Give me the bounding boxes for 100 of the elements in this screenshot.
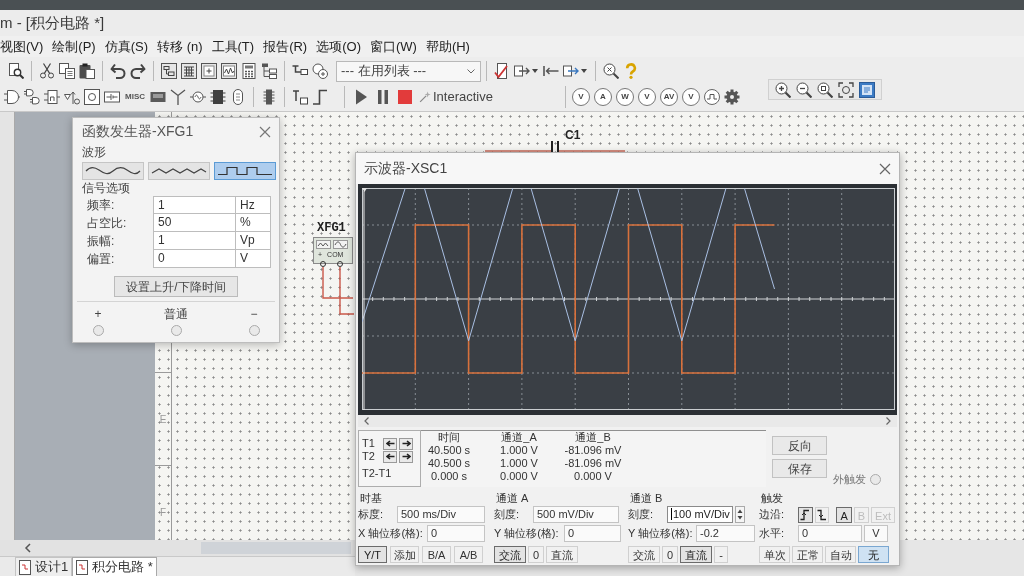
waveform-window-icon[interactable] bbox=[221, 63, 237, 79]
document-tab[interactable]: 设计1 bbox=[15, 557, 73, 576]
position-field[interactable]: 0 bbox=[564, 525, 621, 542]
display-mode-button[interactable]: A/B bbox=[454, 546, 483, 563]
display-mode-button[interactable]: Y/T bbox=[358, 546, 387, 563]
menu-item[interactable]: 窗口(W) bbox=[369, 37, 417, 56]
terminal-radio[interactable] bbox=[170, 325, 182, 336]
terminal-radio[interactable] bbox=[248, 325, 260, 336]
value-field[interactable]: 0 bbox=[153, 250, 236, 268]
connector-strip-icon[interactable] bbox=[261, 89, 277, 105]
cursor-right-button[interactable] bbox=[399, 450, 413, 463]
crosshair-window-icon[interactable] bbox=[201, 63, 217, 79]
misc-button[interactable]: MISC bbox=[124, 90, 146, 104]
coupling-button[interactable]: 交流 bbox=[494, 546, 526, 563]
zoom-fit-icon[interactable] bbox=[838, 81, 854, 98]
properties-panel-icon[interactable] bbox=[859, 81, 875, 98]
calculator-icon[interactable] bbox=[241, 63, 257, 79]
close-icon[interactable] bbox=[259, 125, 271, 138]
pulse-probe-icon[interactable] bbox=[704, 89, 720, 105]
scale-field[interactable]: 500 mV/Div bbox=[533, 506, 619, 523]
capsule-icon[interactable] bbox=[230, 89, 246, 105]
coupling-button[interactable]: - bbox=[714, 546, 728, 563]
circle-symbol-icon[interactable] bbox=[190, 89, 206, 105]
step-icon[interactable] bbox=[312, 89, 328, 105]
position-field[interactable]: 0 bbox=[427, 525, 485, 542]
gate-pair-icon[interactable] bbox=[24, 89, 40, 105]
value-field[interactable]: 1 bbox=[153, 196, 236, 214]
probe-button[interactable]: A bbox=[594, 88, 612, 106]
edge-button[interactable] bbox=[798, 506, 813, 523]
caret-icon[interactable] bbox=[581, 69, 587, 73]
panel-icon[interactable] bbox=[161, 63, 177, 79]
chevron-right-icon[interactable] bbox=[886, 417, 891, 425]
coupling-button[interactable]: 直流 bbox=[546, 546, 579, 563]
cursor-right-button[interactable] bbox=[399, 437, 413, 450]
zoom-search-icon[interactable] bbox=[603, 63, 619, 79]
caret-icon[interactable] bbox=[532, 69, 538, 73]
waveform-button[interactable] bbox=[82, 162, 144, 180]
zoom-area-icon[interactable] bbox=[817, 81, 833, 98]
menu-item[interactable]: 视图(V) bbox=[0, 37, 44, 56]
coupling-button[interactable]: 交流 bbox=[628, 546, 660, 563]
menu-item[interactable]: 仿真(S) bbox=[104, 37, 149, 56]
value-field[interactable]: 1 bbox=[153, 232, 236, 250]
menu-item[interactable]: 转移 (n) bbox=[157, 37, 203, 56]
terminal-radio[interactable] bbox=[92, 325, 104, 336]
grid-icon[interactable] bbox=[181, 63, 197, 79]
redo-icon[interactable] bbox=[130, 63, 146, 79]
settings-icon[interactable] bbox=[724, 89, 740, 105]
cut-icon[interactable] bbox=[39, 63, 55, 79]
zoom-in-icon[interactable] bbox=[775, 81, 791, 98]
interactive-mode-button[interactable]: Interactive bbox=[419, 87, 493, 107]
position-field[interactable]: -0.2 bbox=[696, 525, 755, 542]
stop-icon[interactable] bbox=[397, 89, 413, 105]
probe-button[interactable]: V bbox=[682, 88, 700, 106]
export-icon[interactable] bbox=[514, 63, 530, 79]
cursor-left-button[interactable] bbox=[383, 437, 397, 450]
reverse-button[interactable]: 反向 bbox=[772, 436, 827, 455]
value-field[interactable]: 50 bbox=[153, 214, 236, 232]
waveform-button[interactable] bbox=[214, 162, 276, 180]
print-preview-icon[interactable] bbox=[8, 63, 24, 79]
coupling-button[interactable]: 0 bbox=[662, 546, 679, 563]
indicator-icon[interactable] bbox=[84, 89, 100, 105]
waveform-button[interactable] bbox=[148, 162, 210, 180]
rise-fall-time-button[interactable]: 设置上升/下降时间 bbox=[114, 276, 238, 297]
trigger-mode-button[interactable]: 单次 bbox=[759, 546, 790, 563]
antenna-icon[interactable] bbox=[170, 89, 186, 105]
menu-item[interactable]: 工具(T) bbox=[211, 37, 255, 56]
check-document-icon[interactable] bbox=[494, 63, 510, 79]
probe-button[interactable]: V bbox=[572, 88, 590, 106]
probe-button[interactable]: W bbox=[616, 88, 634, 106]
menu-item[interactable]: 帮助(H) bbox=[425, 37, 470, 56]
menu-item[interactable]: 选项(O) bbox=[316, 37, 361, 56]
pause-icon[interactable] bbox=[375, 89, 391, 105]
component-list-dropdown[interactable]: --- 在用列表 --- bbox=[336, 60, 481, 82]
menu-item[interactable]: 绘制(P) bbox=[52, 37, 96, 56]
scale-field[interactable]: 100 mV/Div bbox=[667, 506, 733, 523]
save-button[interactable]: 保存 bbox=[772, 459, 827, 478]
display-mode-button[interactable]: B/A bbox=[422, 546, 451, 563]
logic-gate-icon[interactable] bbox=[4, 89, 20, 105]
trigger-mode-button[interactable]: 无 bbox=[858, 546, 889, 563]
scale-field[interactable]: 500 ms/Div bbox=[397, 506, 485, 523]
trigger-source-button[interactable]: A bbox=[836, 506, 852, 523]
chip-icon[interactable] bbox=[210, 89, 226, 105]
copy-icon[interactable] bbox=[59, 63, 75, 79]
chevron-left-icon[interactable] bbox=[364, 417, 369, 425]
close-icon[interactable] bbox=[879, 162, 891, 175]
scrollbar-thumb[interactable] bbox=[201, 542, 351, 554]
trigger-mode-button[interactable]: 正常 bbox=[792, 546, 823, 563]
horizontal-scrollbar[interactable] bbox=[358, 415, 897, 427]
level-field[interactable]: 0 bbox=[798, 525, 862, 542]
coupling-button[interactable]: 直流 bbox=[680, 546, 713, 563]
cursor-marker[interactable] bbox=[362, 188, 367, 410]
horizontal-scrollbar[interactable] bbox=[0, 540, 355, 556]
probe-button[interactable]: V bbox=[638, 88, 656, 106]
flip-flop-icon[interactable] bbox=[44, 89, 60, 105]
spinner-icon[interactable] bbox=[735, 506, 745, 523]
back-arrow-icon[interactable] bbox=[543, 63, 559, 79]
cursor-left-button[interactable] bbox=[383, 450, 397, 463]
trigger-mode-button[interactable]: 自动 bbox=[825, 546, 856, 563]
display-mode-button[interactable]: 添加 bbox=[390, 546, 419, 563]
triangle-arrow-icon[interactable] bbox=[64, 89, 80, 105]
